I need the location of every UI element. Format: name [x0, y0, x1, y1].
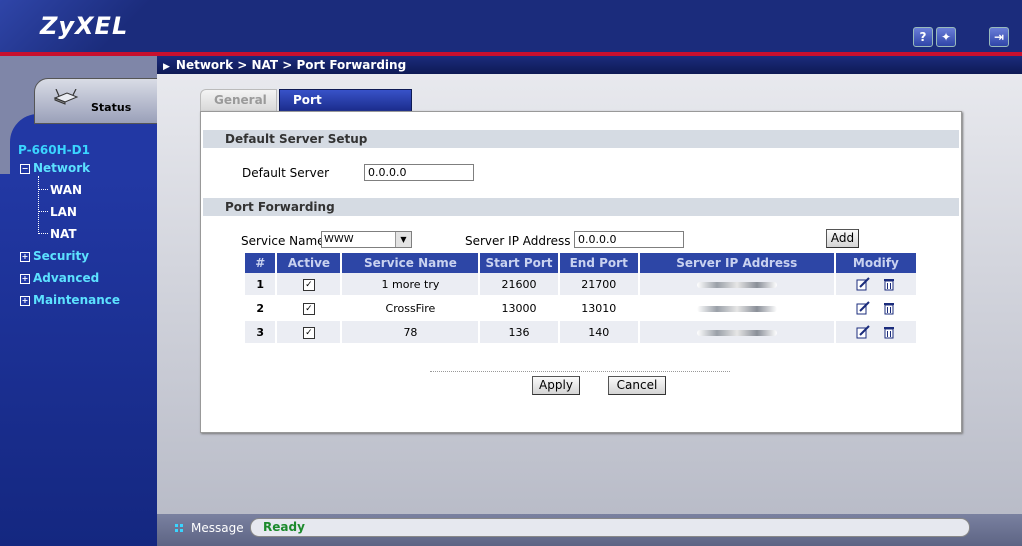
- status-label: Status: [91, 101, 132, 114]
- table-row: 2 ✓ CrossFire 13000 13010: [245, 297, 916, 321]
- active-cell: ✓: [277, 321, 341, 345]
- modify-cell: [835, 297, 916, 321]
- tree-line: [38, 176, 39, 234]
- table-header-row: # Active Service Name Start Port End Por…: [245, 253, 916, 273]
- start-port-cell: 13000: [480, 297, 558, 321]
- end-port-cell: 140: [559, 321, 638, 345]
- apply-button[interactable]: Apply: [532, 376, 580, 395]
- sidebar-panel: [0, 174, 157, 546]
- end-port-cell: 21700: [559, 273, 638, 297]
- status-message: Ready: [250, 518, 970, 537]
- modify-cell: [835, 321, 916, 345]
- router-icon: [53, 89, 79, 105]
- sidebar-item-advanced[interactable]: + Advanced: [20, 271, 99, 285]
- add-button[interactable]: Add: [826, 229, 859, 248]
- service-name-cell: 78: [342, 321, 479, 345]
- start-port-cell: 21600: [480, 273, 558, 297]
- col-active: Active: [277, 253, 341, 273]
- breadcrumb-text: Network > NAT > Port Forwarding: [175, 58, 407, 72]
- expand-icon: +: [20, 296, 30, 306]
- button-divider: [430, 371, 730, 372]
- server-ip-input[interactable]: [574, 231, 684, 248]
- status-tab[interactable]: Status: [34, 78, 158, 124]
- service-name-cell: 1 more try: [342, 273, 479, 297]
- table-row: 1 ✓ 1 more try 21600 21700: [245, 273, 916, 297]
- logout-icon[interactable]: ⇥: [989, 27, 1009, 47]
- row-index: 2: [245, 297, 276, 321]
- edit-icon[interactable]: [856, 325, 870, 339]
- collapse-icon: −: [20, 164, 30, 174]
- active-cell: ✓: [277, 273, 341, 297]
- sidebar-item-security[interactable]: + Security: [20, 249, 89, 263]
- sidebar-item-maintenance[interactable]: + Maintenance: [20, 293, 120, 307]
- trash-icon[interactable]: [882, 301, 896, 315]
- server-ip-label: Server IP Address: [465, 234, 571, 248]
- tree-branch: [38, 233, 48, 234]
- col-service-name: Service Name: [342, 253, 479, 273]
- col-modify: Modify: [835, 253, 916, 273]
- start-port-cell: 136: [480, 321, 558, 345]
- expand-icon: +: [20, 274, 30, 284]
- edit-icon[interactable]: [856, 301, 870, 315]
- wizard-icon[interactable]: ✦: [936, 27, 956, 47]
- server-ip-cell: [639, 273, 834, 297]
- col-start-port: Start Port: [480, 253, 558, 273]
- sidebar-item-nat[interactable]: NAT: [50, 227, 77, 241]
- row-index: 3: [245, 321, 276, 345]
- tab-port-forwarding[interactable]: Port Forwarding: [279, 89, 412, 127]
- sidebar-item-wan[interactable]: WAN: [50, 183, 82, 197]
- tab-general[interactable]: General: [200, 89, 277, 111]
- redacted-ip: [696, 281, 777, 288]
- default-server-input[interactable]: [364, 164, 474, 181]
- server-ip-cell: [639, 297, 834, 321]
- active-checkbox[interactable]: ✓: [302, 279, 315, 291]
- col-server-ip: Server IP Address: [639, 253, 834, 273]
- sidebar-item-network[interactable]: − Network: [20, 161, 90, 175]
- default-server-label: Default Server: [242, 166, 330, 180]
- sidebar-item-label: Network: [33, 161, 91, 175]
- redacted-ip: [696, 305, 777, 312]
- active-checkbox[interactable]: ✓: [302, 327, 315, 339]
- end-port-cell: 13010: [559, 297, 638, 321]
- message-icon: [175, 524, 183, 532]
- section-port-forwarding: Port Forwarding: [203, 198, 959, 216]
- edit-icon[interactable]: [856, 277, 870, 291]
- active-cell: ✓: [277, 297, 341, 321]
- device-name: P-660H-D1: [18, 143, 90, 157]
- service-name-value: WWW: [324, 234, 354, 245]
- table-row: 3 ✓ 78 136 140: [245, 321, 916, 345]
- message-label: Message: [191, 521, 244, 535]
- tree-branch: [38, 211, 48, 212]
- zyxel-logo: ZyXEL: [40, 12, 129, 40]
- section-default-server: Default Server Setup: [203, 130, 959, 148]
- tree-branch: [38, 189, 48, 190]
- sidebar-item-label: Maintenance: [33, 293, 121, 307]
- service-name-label: Service Name: [241, 234, 325, 248]
- sidebar-item-label: Security: [33, 249, 90, 263]
- row-index: 1: [245, 273, 276, 297]
- port-forwarding-table: # Active Service Name Start Port End Por…: [243, 253, 918, 345]
- service-name-cell: CrossFire: [342, 297, 479, 321]
- service-name-select[interactable]: WWW ▼: [321, 231, 412, 248]
- active-checkbox[interactable]: ✓: [302, 303, 315, 315]
- trash-icon[interactable]: [882, 325, 896, 339]
- cancel-button[interactable]: Cancel: [608, 376, 666, 395]
- expand-icon: +: [20, 252, 30, 262]
- breadcrumb: ▶ Network > NAT > Port Forwarding: [157, 56, 1022, 74]
- col-index: #: [245, 253, 276, 273]
- modify-cell: [835, 273, 916, 297]
- col-end-port: End Port: [559, 253, 638, 273]
- question-icon[interactable]: ?: [913, 27, 933, 47]
- sidebar-item-label: Advanced: [33, 271, 100, 285]
- trash-icon[interactable]: [882, 277, 896, 291]
- sidebar-item-lan[interactable]: LAN: [50, 205, 77, 219]
- header-bar: ZyXEL: [0, 0, 1022, 52]
- server-ip-cell: [639, 321, 834, 345]
- chevron-down-icon: ▼: [395, 232, 411, 247]
- redacted-ip: [696, 329, 777, 336]
